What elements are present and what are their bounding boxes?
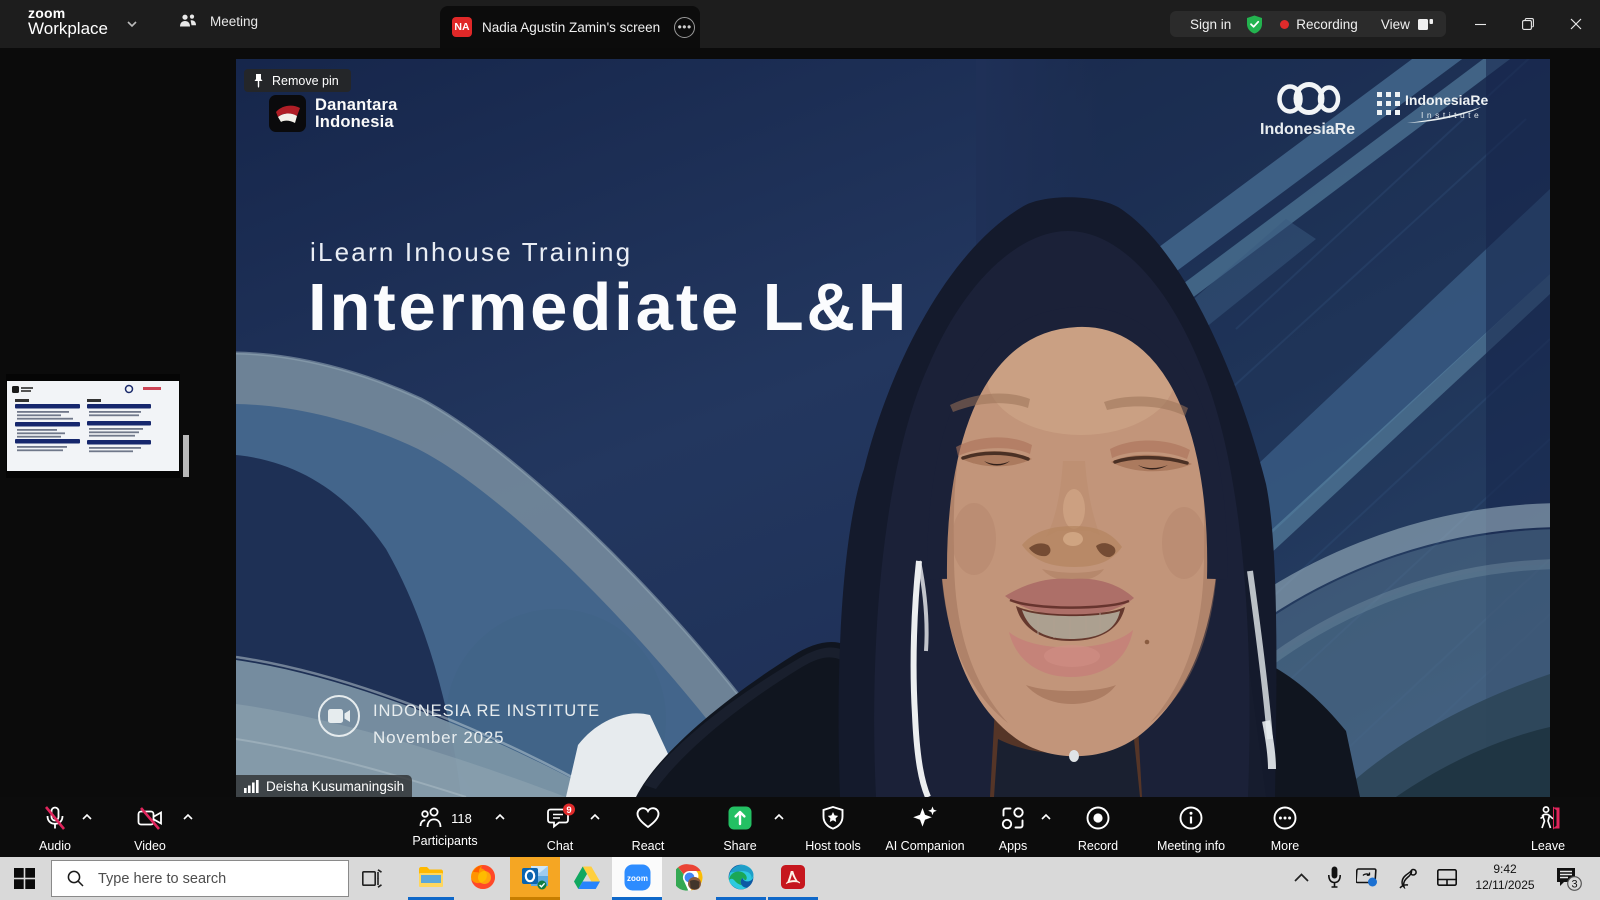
svg-text:zoom: zoom (627, 874, 648, 883)
svg-text:3: 3 (1571, 879, 1577, 891)
svg-text:Institute: Institute (1421, 110, 1482, 120)
svg-text:IndonesiaRe: IndonesiaRe (1405, 92, 1488, 108)
svg-text:9: 9 (566, 805, 571, 816)
svg-text:IndonesiaRe: IndonesiaRe (1260, 121, 1355, 138)
